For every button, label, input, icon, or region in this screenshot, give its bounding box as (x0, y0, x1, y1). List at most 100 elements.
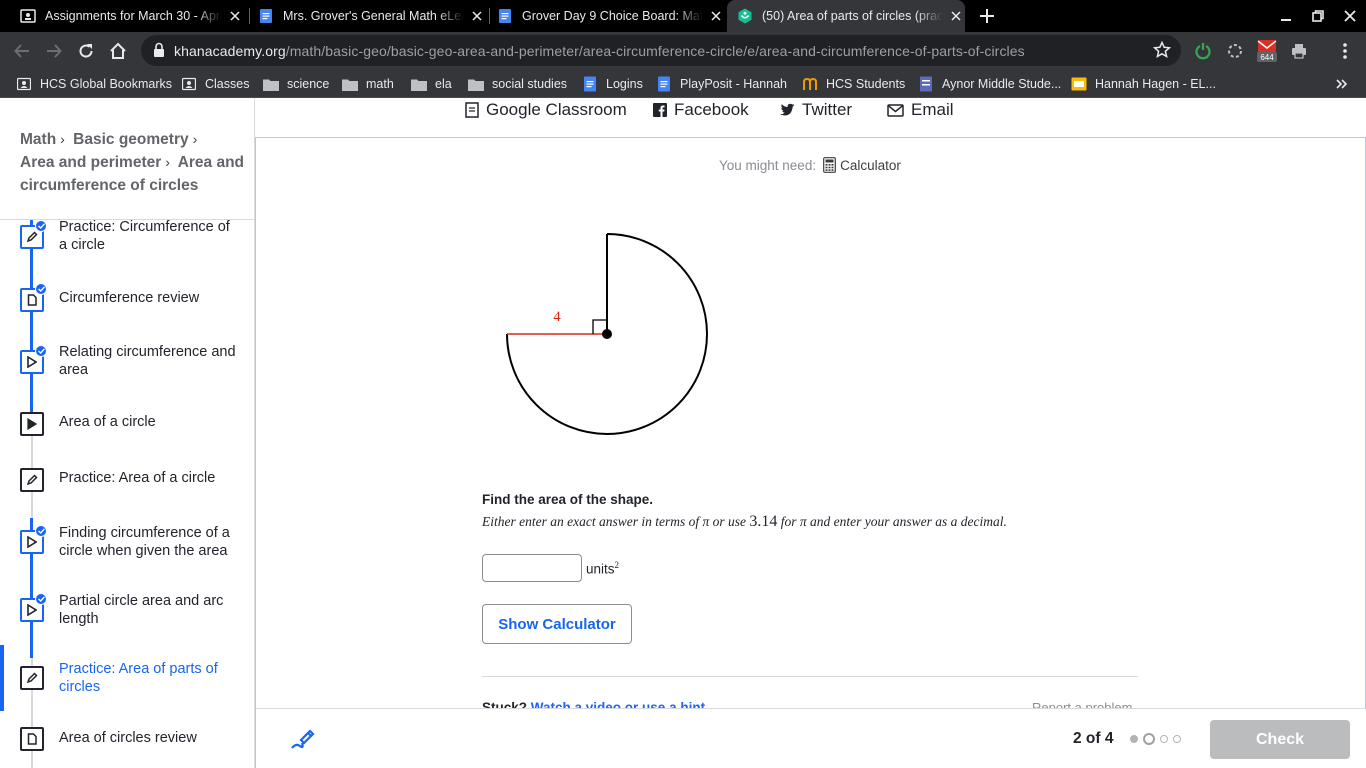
bookmark-science[interactable]: science (263, 70, 329, 98)
bookmark-label: math (366, 77, 394, 91)
browser-tab-3[interactable]: Grover Day 9 Choice Board: Math (491, 0, 725, 32)
page-content: Math › Basic geometry › Area and perimeter… (0, 98, 1366, 768)
back-icon[interactable] (7, 36, 37, 66)
hint-link[interactable]: Watch a video or use a hint. (531, 700, 709, 708)
bookmark-logins[interactable]: Logins (582, 70, 643, 98)
folder-icon (411, 76, 427, 92)
share-label: Twitter (802, 100, 853, 119)
scratchpad-pencil-icon[interactable] (289, 726, 315, 757)
forward-icon[interactable] (39, 36, 69, 66)
pi-approximation: 3.14 (749, 513, 778, 530)
radius-label: 4 (553, 309, 561, 325)
bookmark-classes[interactable]: Classes (181, 70, 249, 98)
completed-check-icon (35, 345, 47, 357)
twitter-icon (779, 103, 795, 117)
slides-icon (1071, 76, 1087, 92)
units-exponent: 2 (614, 560, 620, 570)
units-text: units (586, 561, 615, 577)
classroom-icon (20, 8, 36, 24)
video-play-icon (20, 412, 44, 436)
calculator-icon (823, 157, 836, 173)
share-facebook[interactable]: Facebook (653, 100, 749, 120)
center-point (602, 329, 612, 339)
extension-badge-count: 644 (1260, 53, 1274, 62)
close-icon[interactable] (226, 7, 244, 25)
reload-icon[interactable] (71, 36, 101, 66)
browser-tab-1[interactable]: Assignments for March 30 - April (14, 0, 244, 32)
minimize-icon[interactable] (1270, 0, 1302, 32)
bookmark-star-icon[interactable] (1152, 40, 1172, 64)
browser-toolbar: khanacademy.org/math/basic-geo/basic-geo… (0, 32, 1366, 70)
chevron-right-icon: › (165, 154, 170, 170)
address-bar[interactable]: khanacademy.org/math/basic-geo/basic-geo… (141, 35, 1181, 66)
url-text[interactable]: khanacademy.org/math/basic-geo/basic-geo… (174, 43, 1025, 59)
instruction-text: for (780, 514, 797, 529)
completed-check-icon (35, 283, 47, 295)
share-email[interactable]: Email (887, 100, 954, 120)
bookmark-label: Logins (606, 77, 643, 91)
breadcrumb-area-and-perimeter[interactable]: Area and perimeter (20, 154, 161, 171)
sidebar-item-label: Practice: Circumference of a circle (59, 219, 230, 253)
exercise-footer: 2 of 4 Check (255, 708, 1366, 768)
bookmark-label: PlayPosit - Hannah (680, 77, 788, 91)
pi-symbol: π (799, 514, 807, 529)
bookmark-playposit[interactable]: PlayPosit - Hannah (656, 70, 787, 98)
check-answer-button[interactable]: Check (1210, 720, 1350, 759)
printer-extension-icon[interactable] (1288, 40, 1310, 62)
current-item-indicator (0, 645, 4, 711)
bookmark-ela[interactable]: ela (411, 70, 452, 98)
sidebar-item-label: Relating circumference and area (59, 344, 236, 378)
calculator-link[interactable]: Calculator (820, 157, 901, 173)
bookmark-label: ela (435, 77, 452, 91)
progress-dot-pending (1173, 735, 1181, 743)
article-icon (20, 727, 44, 751)
gmail-extension-icon[interactable]: 644 (1256, 40, 1278, 62)
question-prompt: Find the area of the shape. (482, 492, 654, 507)
bookmark-math[interactable]: math (342, 70, 394, 98)
url-host: khanacademy.org (174, 43, 286, 59)
bookmark-label: science (287, 77, 330, 91)
stuck-help: Stuck? Watch a video or use a hint. (482, 700, 709, 708)
bookmark-social-studies[interactable]: social studies (468, 70, 567, 98)
share-google-classroom[interactable]: Google Classroom (465, 100, 627, 120)
pi-symbol: π (702, 514, 710, 529)
sidebar-item-label: Practice: Area of a circle (59, 470, 216, 486)
browser-menu-icon[interactable] (1334, 40, 1356, 62)
close-icon[interactable] (468, 7, 486, 25)
bookmark-aynor[interactable]: Aynor Middle Stude... (918, 70, 1061, 98)
bookmark-label: HCS Global Bookmarks (40, 77, 172, 91)
browser-tab-title: (50) Area of parts of circles (practice) (762, 9, 943, 23)
exercise-panel: You might need: Calculator 4 Find the ar… (255, 138, 1366, 708)
bookmark-hannah-hagen[interactable]: Hannah Hagen - EL... (1071, 70, 1216, 98)
question-progress: 2 of 4 (1073, 730, 1114, 747)
browser-tab-2[interactable]: Mrs. Grover's General Math eLearning (252, 0, 486, 32)
share-twitter[interactable]: Twitter (779, 100, 852, 120)
breadcrumb-math[interactable]: Math (20, 131, 56, 148)
khan-icon (737, 8, 753, 24)
completed-check-icon (35, 220, 47, 232)
clever-icon (802, 76, 818, 92)
progress-dot-pending (1160, 735, 1168, 743)
new-tab-button[interactable] (975, 4, 999, 28)
progress-track-done (30, 220, 33, 434)
answer-input[interactable] (482, 554, 582, 582)
bookmark-label: Classes (205, 77, 250, 91)
breadcrumb-basic-geometry[interactable]: Basic geometry (73, 131, 188, 148)
close-icon[interactable] (947, 7, 965, 25)
power-extension-icon[interactable] (1192, 40, 1214, 62)
browser-tab-4-active[interactable]: (50) Area of parts of circles (practice) (727, 0, 965, 32)
question-instructions: Either enter an exact answer in terms of… (482, 513, 1007, 531)
instruction-text: or use (712, 514, 746, 529)
bookmark-hcs-global[interactable]: HCS Global Bookmarks (16, 70, 172, 98)
sidebar-item-label: Circumference review (59, 290, 200, 306)
close-icon[interactable] (707, 7, 725, 25)
loading-extension-icon[interactable] (1224, 40, 1246, 62)
report-problem-link[interactable]: Report a problem (1032, 700, 1132, 708)
bookmarks-overflow-icon[interactable] (1336, 70, 1348, 98)
window-close-icon[interactable] (1334, 0, 1366, 32)
home-icon[interactable] (103, 36, 133, 66)
show-calculator-button[interactable]: Show Calculator (482, 604, 632, 644)
bookmark-hcs-students[interactable]: HCS Students (802, 70, 905, 98)
restore-icon[interactable] (1302, 0, 1334, 32)
bookmark-label: Aynor Middle Stude... (942, 77, 1062, 91)
